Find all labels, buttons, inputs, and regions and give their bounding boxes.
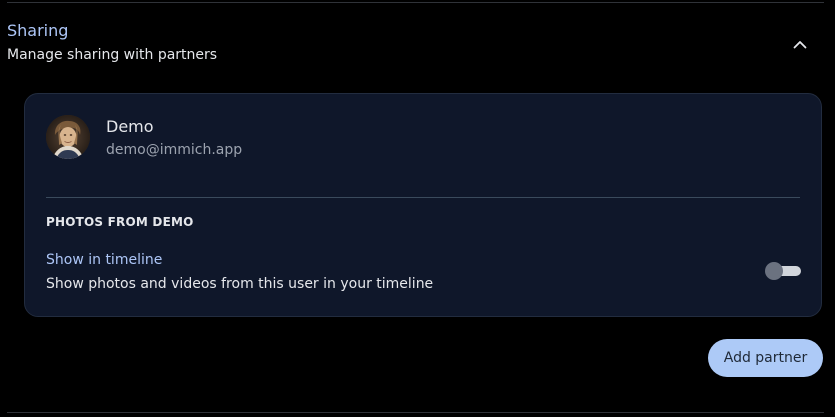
sharing-settings-page: Sharing Manage sharing with partners Dem… — [0, 0, 835, 417]
avatar — [46, 115, 90, 159]
show-in-timeline-title: Show in timeline — [46, 252, 163, 268]
show-in-timeline-description: Show photos and videos from this user in… — [46, 276, 434, 292]
partner-email: demo@immich.app — [106, 142, 243, 158]
photos-from-label: PHOTOS FROM DEMO — [46, 215, 194, 229]
section-header[interactable]: Sharing Manage sharing with partners — [7, 20, 217, 65]
section-divider-bottom — [7, 412, 824, 413]
chevron-up-icon — [793, 41, 807, 49]
partner-name: Demo — [106, 117, 154, 136]
collapse-button[interactable] — [786, 31, 814, 59]
show-in-timeline-toggle[interactable] — [765, 262, 801, 280]
toggle-thumb — [765, 262, 783, 280]
add-partner-button[interactable]: Add partner — [708, 339, 823, 377]
section-title: Sharing — [7, 21, 69, 40]
card-divider — [46, 197, 800, 198]
partner-card: Demo demo@immich.app PHOTOS FROM DEMO Sh… — [24, 93, 822, 317]
section-divider-top — [7, 2, 824, 3]
section-subtitle: Manage sharing with partners — [7, 47, 218, 63]
